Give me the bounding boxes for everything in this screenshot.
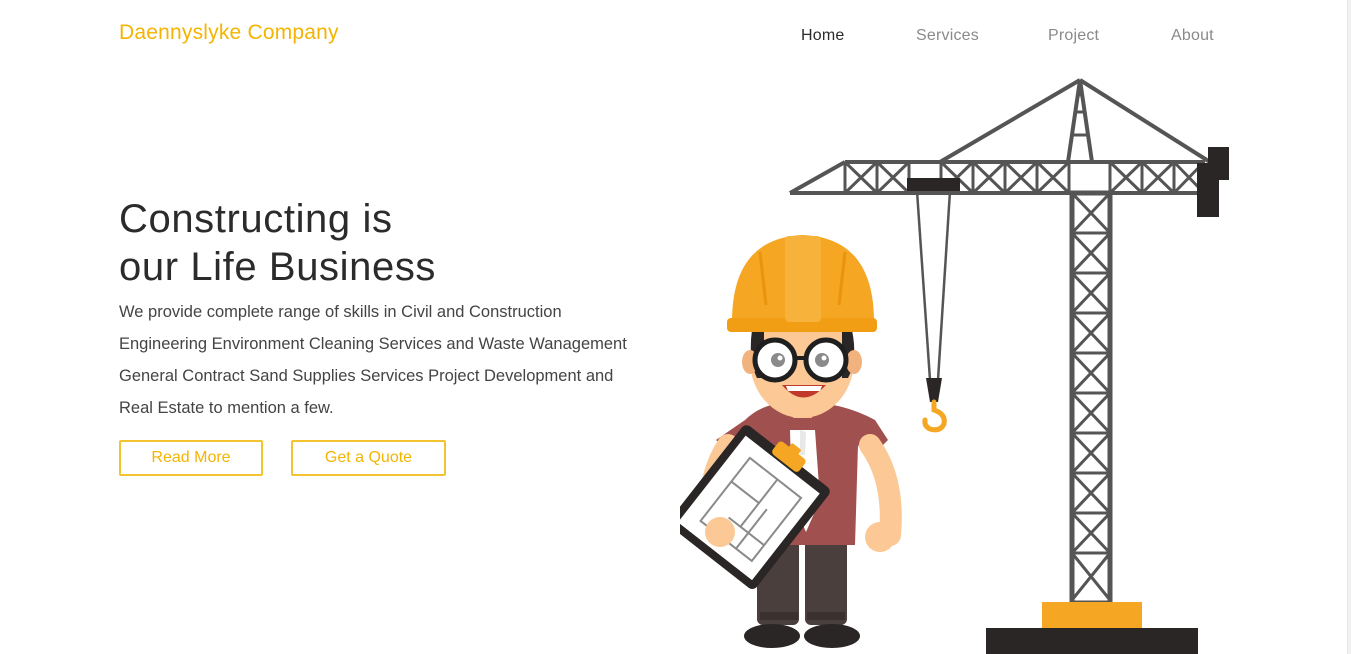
- nav-home[interactable]: Home: [801, 27, 844, 45]
- main-nav: Home Services Project About: [0, 27, 1351, 51]
- page-scrollbar[interactable]: [1347, 0, 1351, 654]
- hero-title-line-2: our Life Business: [119, 245, 437, 289]
- nav-project[interactable]: Project: [1048, 27, 1099, 45]
- nav-about[interactable]: About: [1171, 27, 1214, 45]
- hero-title-line-1: Constructing is: [119, 197, 393, 241]
- construction-worker-illustration: [680, 235, 902, 648]
- hero-description: We provide complete range of skills in C…: [119, 303, 627, 417]
- crane-hook-icon: [915, 190, 952, 433]
- hero-title: Constructing is our Life Business: [119, 195, 436, 291]
- read-more-button[interactable]: Read More: [119, 440, 263, 476]
- nav-services[interactable]: Services: [916, 27, 979, 45]
- hero-illustration: [680, 78, 1229, 654]
- get-quote-button[interactable]: Get a Quote: [291, 440, 446, 476]
- hard-hat-icon: [727, 235, 877, 332]
